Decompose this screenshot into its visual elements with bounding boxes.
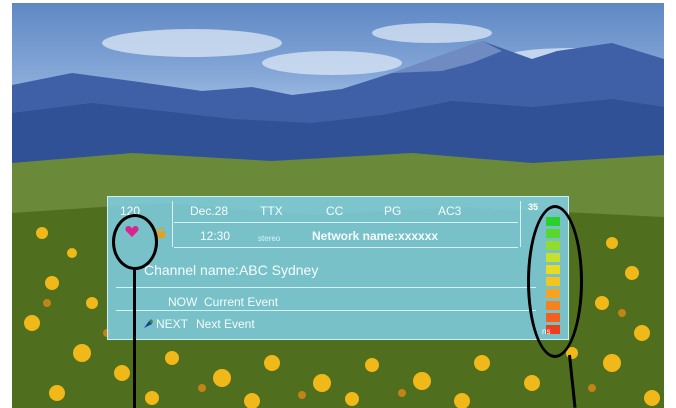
banner-divider <box>174 222 518 223</box>
next-label: NEXT <box>156 317 189 331</box>
annotation-ellipse-left <box>112 214 158 270</box>
teletext-indicator: TTX <box>260 204 283 218</box>
annotation-ellipse-right <box>527 205 583 358</box>
channel-info-banner: 120 Dec.28 TTX CC PG AC3 12:30 stereo Ne… <box>107 196 569 340</box>
audio-format-indicator: AC3 <box>438 204 462 218</box>
banner-divider <box>116 287 536 288</box>
date-text: Dec.28 <box>190 204 229 218</box>
closed-caption-indicator: CC <box>326 204 344 218</box>
annotation-pointer-left <box>133 267 136 408</box>
banner-divider <box>520 201 521 247</box>
banner-divider <box>116 310 536 311</box>
network-name: Network name:xxxxxx <box>312 229 439 243</box>
satellite-icon <box>144 319 153 328</box>
channel-name: Channel name:ABC Sydney <box>144 262 319 278</box>
banner-divider <box>174 247 518 248</box>
now-event: Current Event <box>204 295 279 309</box>
rating-indicator: PG <box>384 204 402 218</box>
signal-strength-value: 35 <box>528 202 539 212</box>
next-event: Next Event <box>196 317 255 331</box>
now-label: NOW <box>168 295 198 309</box>
time-text: 12:30 <box>200 229 231 243</box>
banner-divider <box>172 201 173 247</box>
stereo-indicator: stereo <box>258 234 281 243</box>
